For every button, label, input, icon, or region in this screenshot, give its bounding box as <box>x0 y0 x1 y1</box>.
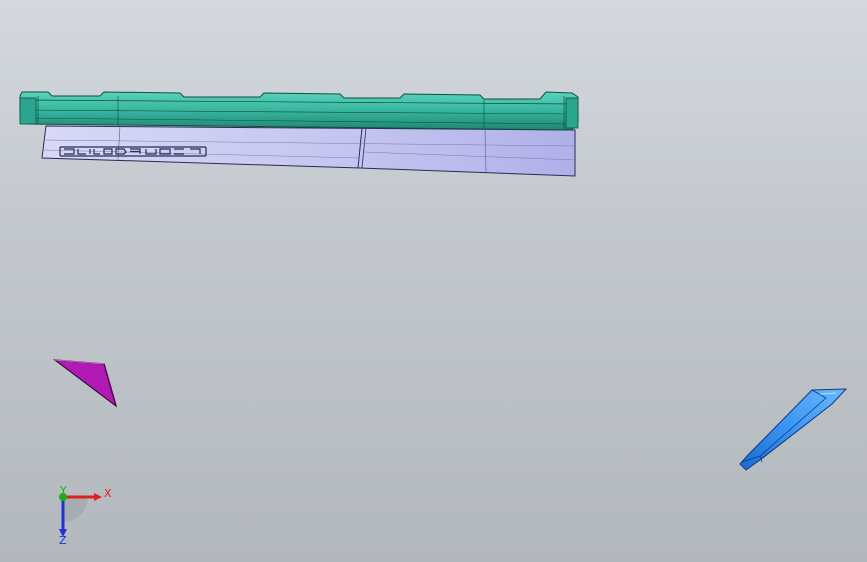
triad-plane-shade <box>63 497 88 522</box>
glass-panel[interactable] <box>41 125 576 177</box>
x-axis-arrow <box>94 493 102 501</box>
x-axis-label: X <box>104 487 112 500</box>
y-axis-label: Y <box>59 484 67 497</box>
model-scene[interactable]: X Y Z <box>0 0 867 562</box>
rail-extrusion[interactable] <box>19 91 579 131</box>
wedge-part[interactable] <box>52 359 118 408</box>
clip-part[interactable] <box>739 388 848 471</box>
cad-viewport[interactable]: X Y Z <box>0 0 867 562</box>
z-axis-label: Z <box>59 534 67 547</box>
coordinate-triad: X Y Z <box>59 484 112 547</box>
